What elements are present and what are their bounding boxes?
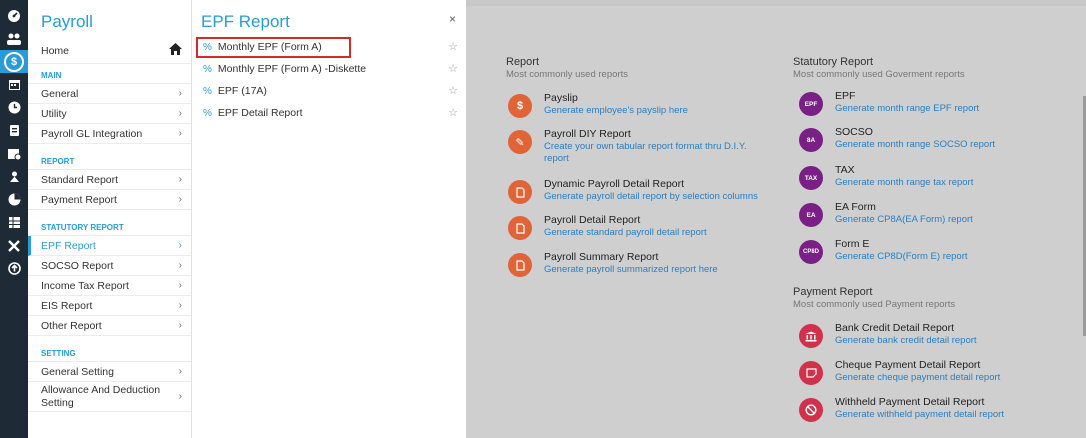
star-icon[interactable]: ☆	[448, 80, 458, 102]
document-icon	[508, 180, 532, 204]
statutory-item-form-e[interactable]: CP8D Form E Generate CP8D(Form E) report	[799, 238, 1075, 264]
menu-title: Payroll	[41, 12, 93, 31]
statutory-item-epf[interactable]: EPF EPF Generate month range EPF report	[799, 90, 1075, 116]
epf-badge: EPF	[799, 92, 823, 116]
calendar-icon[interactable]	[0, 73, 28, 96]
payment-section-title: Payment Report	[793, 286, 873, 298]
chevron-right-icon: ›	[178, 280, 182, 291]
icon-rail: $	[0, 0, 28, 438]
chevron-right-icon: ›	[178, 194, 182, 205]
cp8d-badge: CP8D	[799, 240, 823, 264]
chevron-right-icon: ›	[178, 320, 182, 331]
chevron-right-icon: ›	[178, 260, 182, 271]
menu-item-allowance-deduction-setting[interactable]: Allowance And Deduction Setting ›	[28, 382, 191, 412]
home-icon	[169, 43, 182, 55]
submenu-item-monthly-epf-diskette[interactable]: % Monthly EPF (Form A) -Diskette ☆	[192, 58, 466, 80]
star-icon[interactable]: ☆	[448, 102, 458, 124]
tools-icon[interactable]	[0, 234, 28, 257]
payment-item-cheque[interactable]: Cheque Payment Detail Report Generate che…	[799, 359, 1075, 385]
dashboard-icon[interactable]	[0, 4, 28, 27]
payment-item-bank-credit[interactable]: Bank Credit Detail Report Generate bank c…	[799, 322, 1075, 348]
submenu-item-epf-detail-report[interactable]: % EPF Detail Report ☆	[192, 102, 466, 124]
report-item-payroll-diy[interactable]: ✎ Payroll DIY Report Create your own tabu…	[508, 128, 774, 165]
menu-item-label: Home	[41, 45, 70, 57]
close-icon[interactable]: ×	[449, 12, 456, 26]
star-icon[interactable]: ☆	[448, 58, 458, 80]
menu-item-utility[interactable]: Utility ›	[28, 104, 191, 124]
link-icon: %	[203, 64, 212, 75]
report-item-dynamic-payroll-detail[interactable]: Dynamic Payroll Detail Report Generate pa…	[508, 178, 784, 204]
appraisal-icon[interactable]	[0, 165, 28, 188]
report-section-title: Report	[506, 56, 540, 68]
leave-icon[interactable]	[0, 142, 28, 165]
chevron-right-icon: ›	[178, 174, 182, 185]
menu-item-payroll-gl[interactable]: Payroll GL Integration ›	[28, 124, 191, 144]
menu-item-income-tax-report[interactable]: Income Tax Report ›	[28, 276, 191, 296]
menu-item-eis-report[interactable]: EIS Report ›	[28, 296, 191, 316]
payment-section-subtitle: Most commonly used Payment reports	[793, 299, 956, 310]
bank-icon	[799, 324, 823, 348]
report-item-payroll-summary[interactable]: Payroll Summary Report Generate payroll s…	[508, 251, 784, 277]
upload-icon[interactable]	[0, 257, 28, 280]
chevron-right-icon: ›	[178, 391, 182, 402]
menu-item-general[interactable]: General ›	[28, 84, 191, 104]
submenu-item-epf-17a[interactable]: % EPF (17A) ☆	[192, 80, 466, 102]
claims-icon[interactable]	[0, 119, 28, 142]
clock-icon[interactable]	[0, 96, 28, 119]
document-icon	[508, 216, 532, 240]
reports-icon[interactable]	[0, 188, 28, 211]
section-main: MAIN	[28, 64, 191, 84]
star-icon[interactable]: ☆	[448, 36, 458, 58]
main-content: Report Most commonly used reports $ Pays…	[466, 6, 1086, 438]
report-section-subtitle: Most commonly used reports	[506, 69, 628, 80]
submenu-item-monthly-epf-form-a[interactable]: % Monthly EPF (Form A) ☆	[192, 36, 466, 58]
chevron-right-icon: ›	[178, 300, 182, 311]
link-icon: %	[203, 108, 212, 119]
menu-item-general-setting[interactable]: General Setting ›	[28, 362, 191, 382]
statutory-item-tax[interactable]: TAX TAX Generate month range tax report	[799, 164, 1075, 190]
statutory-item-socso[interactable]: 8A SOCSO Generate month range SOCSO repor…	[799, 126, 1075, 152]
payment-item-withheld[interactable]: Withheld Payment Detail Report Generate w…	[799, 396, 1075, 422]
dollar-icon: $	[508, 94, 532, 118]
payroll-icon[interactable]: $	[0, 50, 28, 73]
statutory-item-ea-form[interactable]: EA EA Form Generate CP8A(EA Form) report	[799, 201, 1075, 227]
chevron-right-icon: ›	[178, 240, 182, 251]
statutory-section-title: Statutory Report	[793, 56, 874, 68]
socso-badge: 8A	[799, 128, 823, 152]
pencil-icon: ✎	[508, 130, 532, 154]
cheque-icon	[799, 361, 823, 385]
section-setting: SETTING	[28, 342, 191, 362]
chevron-right-icon: ›	[178, 366, 182, 377]
submenu-title: EPF Report	[201, 12, 290, 31]
menu-item-payment-report[interactable]: Payment Report ›	[28, 190, 191, 210]
menu-item-epf-report[interactable]: EPF Report ›	[28, 236, 191, 256]
block-icon	[799, 398, 823, 422]
report-item-payslip[interactable]: $ Payslip Generate employee's payslip her…	[508, 92, 784, 118]
document-icon	[508, 253, 532, 277]
menu-item-socso-report[interactable]: SOCSO Report ›	[28, 256, 191, 276]
epf-report-submenu: EPF Report × % Monthly EPF (Form A) ☆ % Mo…	[192, 0, 466, 438]
menu-item-home[interactable]: Home	[28, 38, 191, 64]
tax-badge: TAX	[799, 166, 823, 190]
section-report: REPORT	[28, 150, 191, 170]
menu-item-standard-report[interactable]: Standard Report ›	[28, 170, 191, 190]
chevron-right-icon: ›	[178, 128, 182, 139]
ea-badge: EA	[799, 203, 823, 227]
highlight-box	[196, 37, 351, 58]
table-icon[interactable]	[0, 211, 28, 234]
chevron-right-icon: ›	[178, 88, 182, 99]
chevron-right-icon: ›	[178, 108, 182, 119]
link-icon: %	[203, 86, 212, 97]
section-statutory: STATUTORY REPORT	[28, 216, 191, 236]
menu-item-other-report[interactable]: Other Report ›	[28, 316, 191, 336]
report-item-payroll-detail[interactable]: Payroll Detail Report Generate standard p…	[508, 214, 784, 240]
statutory-section-subtitle: Most commonly used Goverment reports	[793, 69, 965, 80]
users-icon[interactable]	[0, 27, 28, 50]
payroll-menu: Payroll Home MAIN General › Utility › Payr…	[28, 0, 192, 438]
